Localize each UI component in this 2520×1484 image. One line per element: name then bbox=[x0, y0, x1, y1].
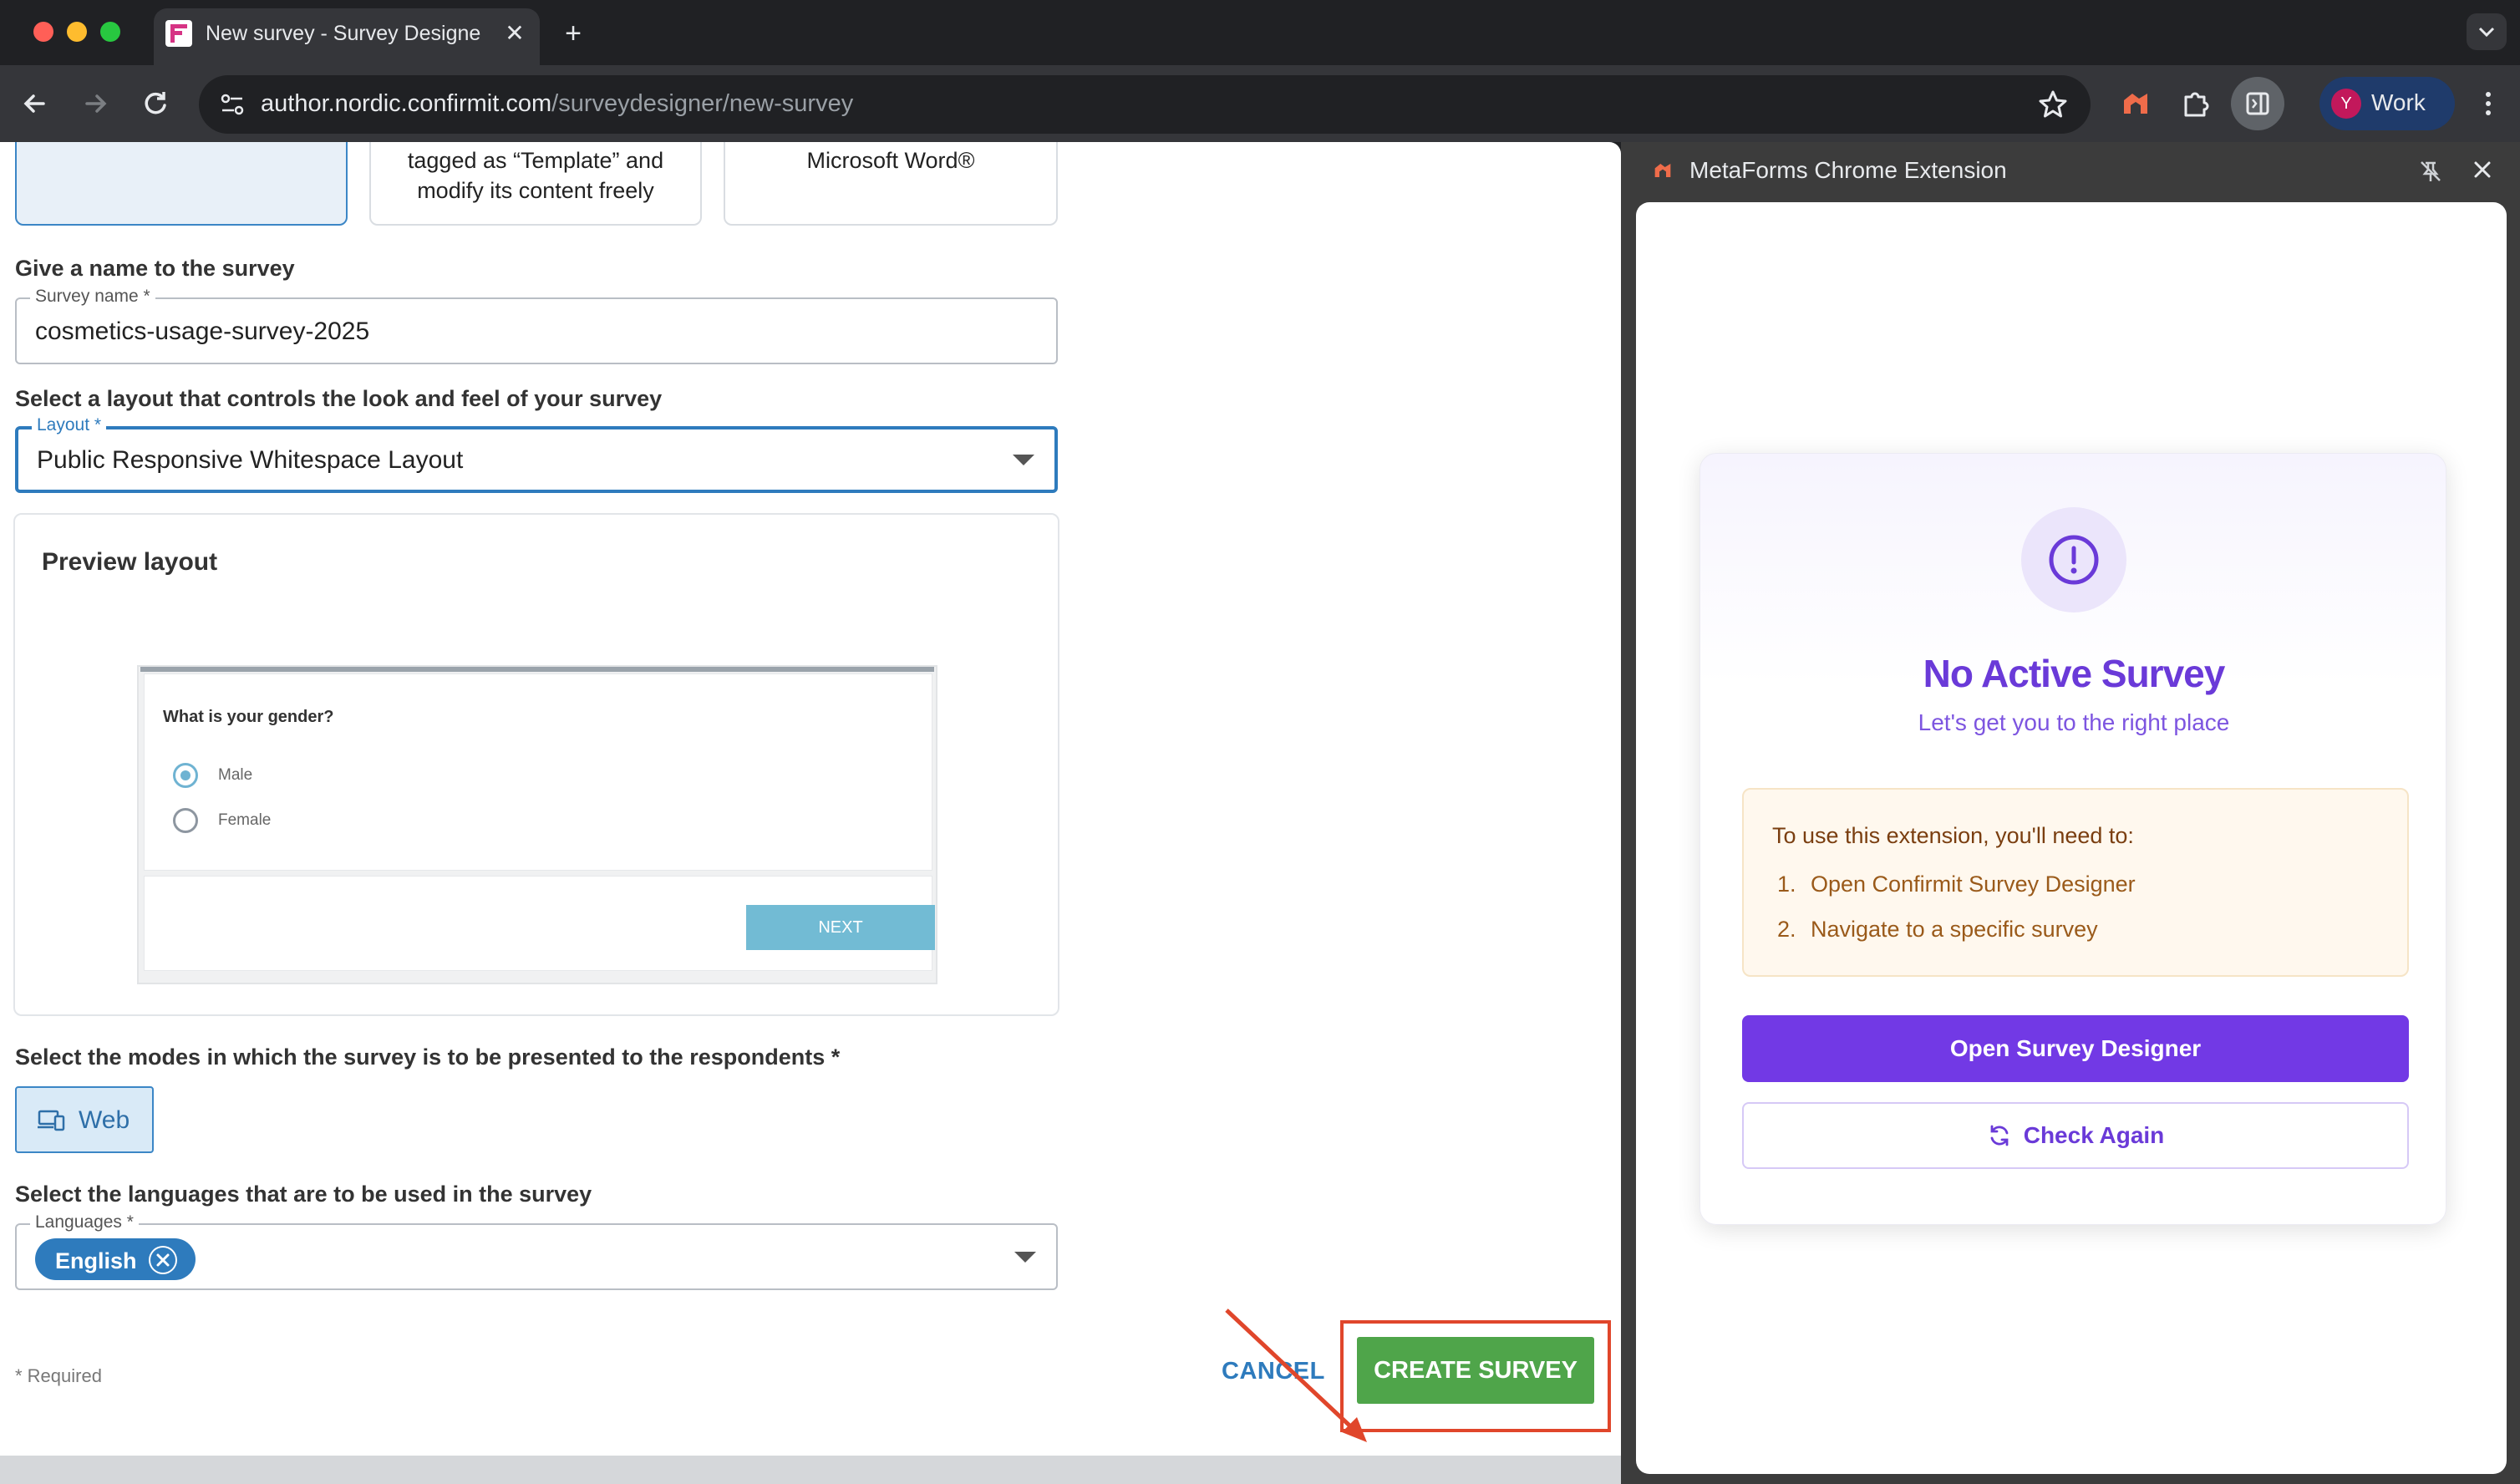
metaforms-logo-icon bbox=[1649, 157, 1676, 184]
remove-chip-icon[interactable] bbox=[149, 1246, 177, 1274]
layout-select[interactable]: Layout * Public Responsive Whitespace La… bbox=[15, 415, 1058, 493]
refresh-icon bbox=[1987, 1109, 2012, 1146]
chevron-down-icon[interactable] bbox=[1013, 455, 1034, 465]
avatar: Y bbox=[2331, 89, 2361, 119]
close-window-button[interactable] bbox=[33, 22, 53, 42]
side-panel-toggle-icon[interactable] bbox=[2231, 77, 2284, 130]
preview-footer: NEXT bbox=[144, 876, 935, 971]
chevron-down-icon[interactable] bbox=[1014, 1252, 1036, 1263]
mode-web-toggle[interactable]: Web bbox=[15, 1086, 154, 1153]
unpin-icon[interactable] bbox=[2416, 157, 2445, 186]
requirement-text: Navigate to a specific survey bbox=[1811, 917, 2098, 942]
preview-next-button: NEXT bbox=[746, 905, 935, 950]
requirement-item: 2. Navigate to a specific survey bbox=[1777, 917, 2098, 943]
no-active-survey-card: No Active Survey Let's get you to the ri… bbox=[1699, 453, 2446, 1225]
annotation-highlight-box: CREATE SURVEY bbox=[1340, 1320, 1611, 1432]
requirement-item: 1. Open Confirmit Survey Designer bbox=[1777, 872, 2136, 897]
template-card-line: modify its content freely bbox=[417, 178, 654, 203]
preview-question-card: What is your gender? Male Female bbox=[144, 673, 932, 871]
page-scroll-area bbox=[0, 1456, 1621, 1484]
languages-select[interactable]: Languages * English bbox=[15, 1212, 1058, 1290]
layout-preview: Preview layout What is your gender? Male… bbox=[13, 513, 1059, 1016]
side-panel-title: MetaForms Chrome Extension bbox=[1689, 157, 2007, 183]
survey-name-label: Survey name * bbox=[30, 287, 155, 307]
required-note: * Required bbox=[15, 1365, 102, 1386]
back-icon[interactable] bbox=[15, 84, 55, 124]
forward-icon[interactable] bbox=[75, 84, 115, 124]
open-survey-designer-button[interactable]: Open Survey Designer bbox=[1742, 1015, 2409, 1082]
browser-toolbar: author.nordic.confirmit.com/surveydesign… bbox=[0, 65, 2520, 142]
template-card-line: Microsoft Word® bbox=[806, 148, 975, 173]
metaforms-extension-icon[interactable] bbox=[2116, 84, 2156, 124]
template-card-from-template[interactable]: tagged as “Template” and modify its cont… bbox=[369, 142, 702, 226]
bookmark-star-icon[interactable] bbox=[2035, 87, 2070, 122]
preview-question: What is your gender? bbox=[163, 708, 334, 726]
check-again-label: Check Again bbox=[2023, 1122, 2165, 1148]
minimize-window-button[interactable] bbox=[67, 22, 87, 42]
radio-selected-icon bbox=[173, 763, 198, 788]
devices-icon bbox=[37, 1108, 65, 1133]
url-path: /surveydesigner/new-survey bbox=[551, 90, 854, 117]
requirements-intro: To use this extension, you'll need to: bbox=[1772, 823, 2134, 848]
survey-name-input[interactable]: Survey name * cosmetics-usage-survey-202… bbox=[15, 287, 1058, 364]
extension-side-panel: MetaForms Chrome Extension No Active Sur… bbox=[1621, 142, 2520, 1484]
url-host: author.nordic.confirmit.com bbox=[261, 90, 552, 117]
language-chip-english: English bbox=[35, 1238, 196, 1280]
layout-value: Public Responsive Whitespace Layout bbox=[37, 446, 464, 474]
tab-strip: New survey - Survey Designer ✕ + bbox=[0, 0, 2520, 65]
site-info-icon[interactable] bbox=[216, 88, 249, 121]
no-active-survey-subheading: Let's get you to the right place bbox=[1918, 709, 2230, 735]
reload-icon[interactable] bbox=[135, 84, 175, 124]
alert-icon bbox=[2021, 507, 2126, 612]
profile-label: Work bbox=[2371, 89, 2426, 115]
preview-option: Female bbox=[218, 811, 272, 829]
create-survey-button[interactable]: CREATE SURVEY bbox=[1357, 1337, 1594, 1404]
survey-designer-page: tagged as “Template” and modify its cont… bbox=[0, 142, 1621, 1459]
layout-label: Layout * bbox=[32, 415, 107, 435]
no-active-survey-heading: No Active Survey bbox=[1923, 652, 2226, 695]
tab-title: New survey - Survey Designer bbox=[206, 22, 481, 45]
languages-section-label: Select the languages that are to be used… bbox=[15, 1182, 592, 1207]
check-again-button[interactable]: Check Again bbox=[1742, 1102, 2409, 1169]
chip-label: English bbox=[55, 1248, 137, 1273]
requirement-number: 1. bbox=[1777, 872, 1796, 897]
preview-title: Preview layout bbox=[42, 548, 218, 576]
tab-close-icon[interactable]: ✕ bbox=[500, 18, 530, 48]
kebab-menu-icon[interactable] bbox=[2468, 84, 2508, 124]
profile-button[interactable]: Y Work bbox=[2319, 77, 2455, 130]
url-text: author.nordic.confirmit.com/surveydesign… bbox=[261, 90, 853, 118]
extension-content: No Active Survey Let's get you to the ri… bbox=[1636, 202, 2507, 1474]
template-card-word[interactable]: Microsoft Word® bbox=[724, 142, 1058, 226]
preview-progress-bar bbox=[140, 667, 934, 672]
template-card-line: tagged as “Template” and bbox=[407, 148, 664, 173]
address-bar[interactable]: author.nordic.confirmit.com/surveydesign… bbox=[199, 75, 2091, 134]
radio-empty-icon bbox=[173, 808, 198, 833]
confirmit-favicon-icon bbox=[165, 20, 192, 47]
requirements-box: To use this extension, you'll need to: 1… bbox=[1742, 788, 2409, 977]
active-tab[interactable]: New survey - Survey Designer ✕ bbox=[154, 8, 540, 65]
survey-name-section-label: Give a name to the survey bbox=[15, 256, 295, 281]
close-icon[interactable] bbox=[2468, 155, 2497, 184]
tab-search-button[interactable] bbox=[2467, 13, 2507, 50]
new-tab-button[interactable]: + bbox=[555, 15, 592, 52]
extensions-puzzle-icon[interactable] bbox=[2176, 84, 2216, 124]
maximize-window-button[interactable] bbox=[100, 22, 120, 42]
preview-option: Male bbox=[218, 766, 253, 784]
requirement-text: Open Confirmit Survey Designer bbox=[1811, 872, 2136, 897]
mode-web-label: Web bbox=[79, 1106, 130, 1134]
template-card-blank[interactable] bbox=[15, 142, 348, 226]
modes-section-label: Select the modes in which the survey is … bbox=[15, 1044, 841, 1070]
preview-image: What is your gender? Male Female NEXT bbox=[137, 665, 937, 984]
requirement-number: 2. bbox=[1777, 917, 1796, 942]
languages-label: Languages * bbox=[30, 1212, 139, 1232]
layout-section-label: Select a layout that controls the look a… bbox=[15, 386, 663, 411]
survey-name-value: cosmetics-usage-survey-2025 bbox=[35, 318, 370, 345]
